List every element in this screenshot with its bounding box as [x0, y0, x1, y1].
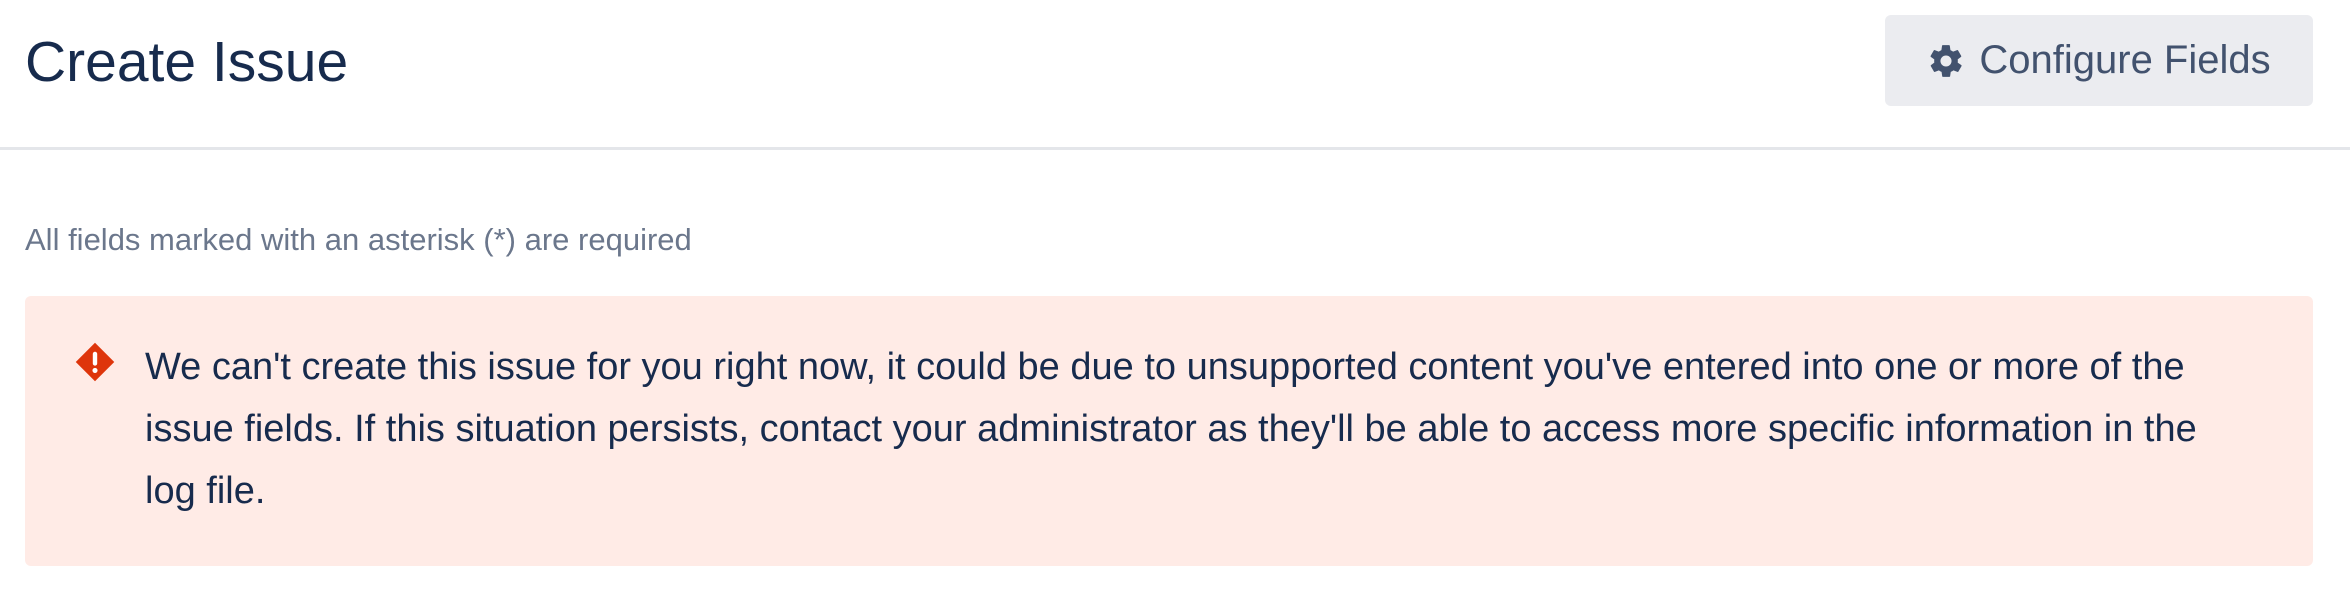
gear-icon: [1927, 42, 1965, 80]
dialog-header: Create Issue Configure Fields: [0, 0, 2350, 150]
error-banner: We can't create this issue for you right…: [25, 296, 2313, 566]
required-fields-note: All fields marked with an asterisk (*) a…: [25, 222, 692, 257]
error-message: We can't create this issue for you right…: [145, 346, 2197, 512]
page-title: Create Issue: [25, 30, 349, 94]
configure-fields-button[interactable]: Configure Fields: [1885, 15, 2313, 106]
create-issue-dialog: Create Issue Configure Fields All fields…: [0, 0, 2350, 598]
configure-fields-label: Configure Fields: [1979, 38, 2271, 82]
error-icon: [73, 340, 117, 384]
